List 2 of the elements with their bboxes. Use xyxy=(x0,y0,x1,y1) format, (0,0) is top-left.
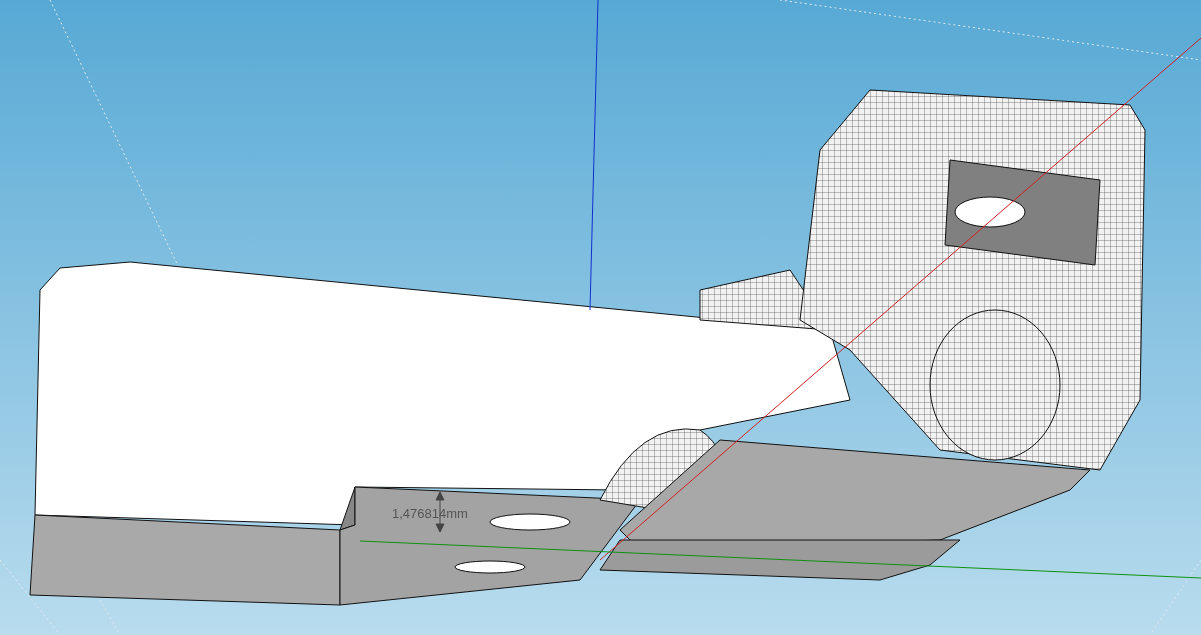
dimension-label: 1,476814mm xyxy=(392,506,468,521)
guide-line xyxy=(99,599,121,635)
